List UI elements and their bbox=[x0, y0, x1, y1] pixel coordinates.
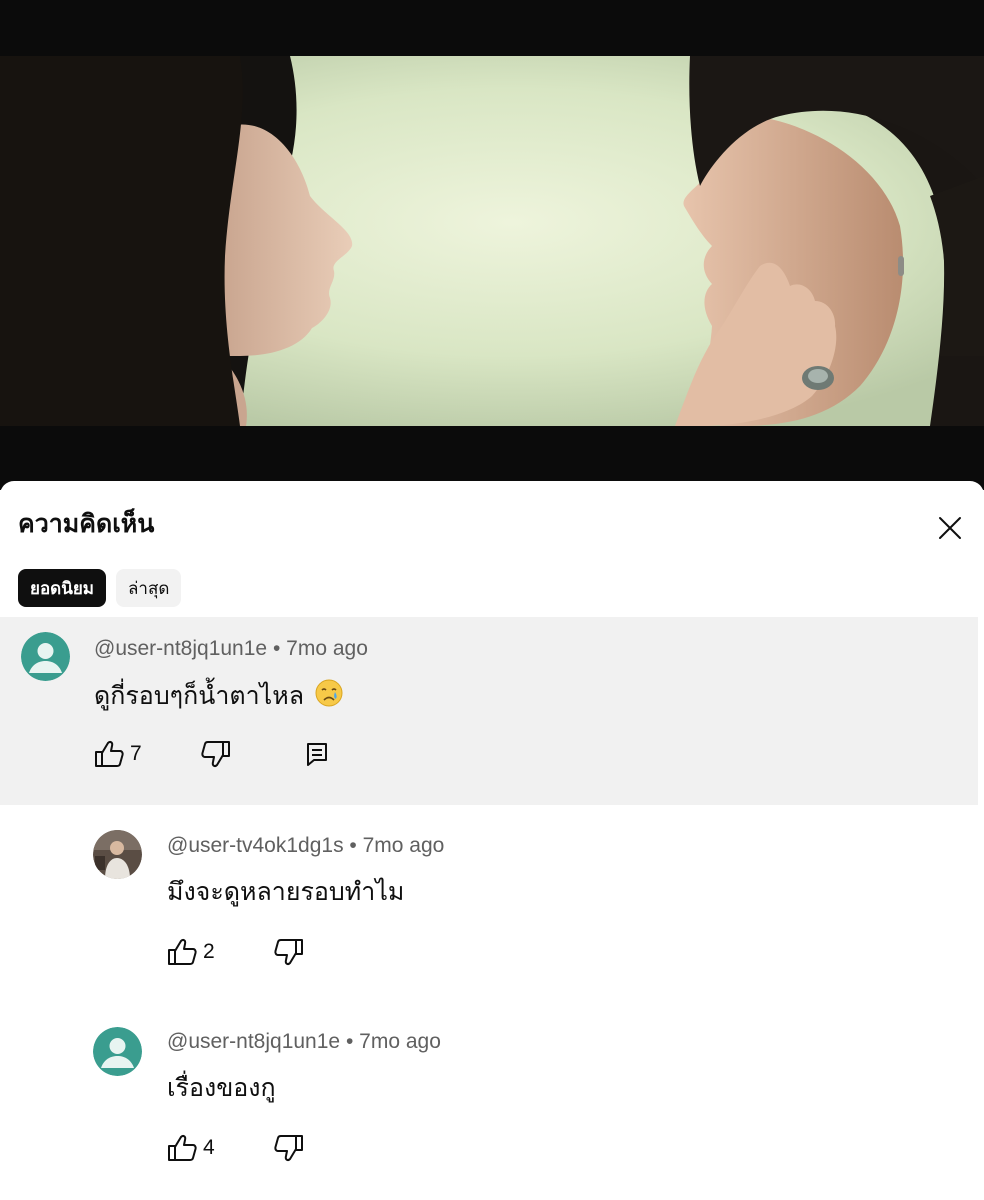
reply-item: @user-nt8jq1un1e • 7mo ago เรื่องของกู 4 bbox=[0, 1012, 984, 1200]
thumbs-up-icon bbox=[168, 939, 197, 965]
comment-meta: @user-tv4ok1dg1s • 7mo ago bbox=[167, 834, 444, 858]
like-button[interactable]: 2 bbox=[167, 938, 215, 966]
comment-age: 7mo ago bbox=[362, 834, 445, 857]
like-count: 2 bbox=[203, 940, 215, 963]
avatar[interactable] bbox=[21, 632, 70, 681]
comments-sheet: ความคิดเห็น ยอดนิยม ล่าสุด @user-nt8jq1u… bbox=[0, 481, 984, 1200]
comments-title: ความคิดเห็น bbox=[18, 509, 155, 538]
comment-actions: 7 bbox=[94, 740, 329, 768]
video-frame bbox=[0, 56, 984, 426]
thumbs-up-icon bbox=[95, 741, 124, 767]
like-count: 4 bbox=[203, 1136, 215, 1159]
close-icon bbox=[939, 517, 961, 539]
thumbs-down-icon bbox=[201, 741, 230, 767]
comment-item: @user-nt8jq1un1e • 7mo ago ดูกี่รอบๆก็น้… bbox=[0, 617, 978, 805]
separator-dot: • bbox=[349, 834, 357, 857]
comment-meta: @user-nt8jq1un1e • 7mo ago bbox=[167, 1030, 441, 1054]
separator-dot: • bbox=[345, 1030, 354, 1053]
comment-age: 7mo ago bbox=[359, 1030, 441, 1053]
like-count: 7 bbox=[130, 742, 142, 765]
thumbs-down-icon bbox=[274, 1135, 303, 1161]
comment-author[interactable]: @user-nt8jq1un1e bbox=[94, 637, 267, 660]
comment-text: ดูกี่รอบๆก็น้ำตาไหล bbox=[94, 676, 344, 716]
thumbs-down-icon bbox=[274, 939, 303, 965]
comment-text: มึงจะดูหลายรอบทำไม bbox=[167, 877, 405, 906]
reply-comment-icon bbox=[306, 743, 327, 766]
reply-item: @user-tv4ok1dg1s • 7mo ago มึงจะดูหลายรอ… bbox=[0, 816, 984, 996]
comment-author[interactable]: @user-tv4ok1dg1s bbox=[167, 834, 344, 857]
comment-age: 7mo ago bbox=[286, 637, 368, 660]
avatar[interactable] bbox=[93, 830, 142, 879]
comment-sort-chips: ยอดนิยม ล่าสุด bbox=[18, 569, 182, 607]
avatar[interactable] bbox=[93, 1027, 142, 1076]
thumbs-up-icon bbox=[168, 1135, 197, 1161]
close-button[interactable] bbox=[934, 512, 966, 544]
crying-face-emoji-icon bbox=[315, 679, 343, 707]
comment-actions: 4 bbox=[167, 1134, 304, 1162]
default-avatar-icon bbox=[21, 632, 70, 681]
sort-chip-newest[interactable]: ล่าสุด bbox=[116, 569, 182, 607]
like-button[interactable]: 7 bbox=[94, 740, 142, 768]
video-player[interactable] bbox=[0, 0, 984, 490]
like-button[interactable]: 4 bbox=[167, 1134, 215, 1162]
separator-dot: • bbox=[272, 637, 281, 660]
comment-text: เรื่องของกู bbox=[167, 1073, 276, 1102]
dislike-button[interactable] bbox=[274, 1134, 304, 1162]
sort-chip-top[interactable]: ยอดนิยม bbox=[18, 569, 106, 607]
reply-button[interactable] bbox=[305, 741, 329, 767]
dislike-button[interactable] bbox=[201, 740, 231, 768]
user-photo-avatar-icon bbox=[93, 830, 142, 879]
dislike-button[interactable] bbox=[274, 938, 304, 966]
comment-actions: 2 bbox=[167, 938, 304, 966]
comment-author[interactable]: @user-nt8jq1un1e bbox=[167, 1030, 340, 1053]
default-avatar-icon bbox=[93, 1027, 142, 1076]
comment-meta: @user-nt8jq1un1e • 7mo ago bbox=[94, 637, 368, 661]
comment-text-body: ดูกี่รอบๆก็น้ำตาไหล bbox=[94, 681, 305, 710]
